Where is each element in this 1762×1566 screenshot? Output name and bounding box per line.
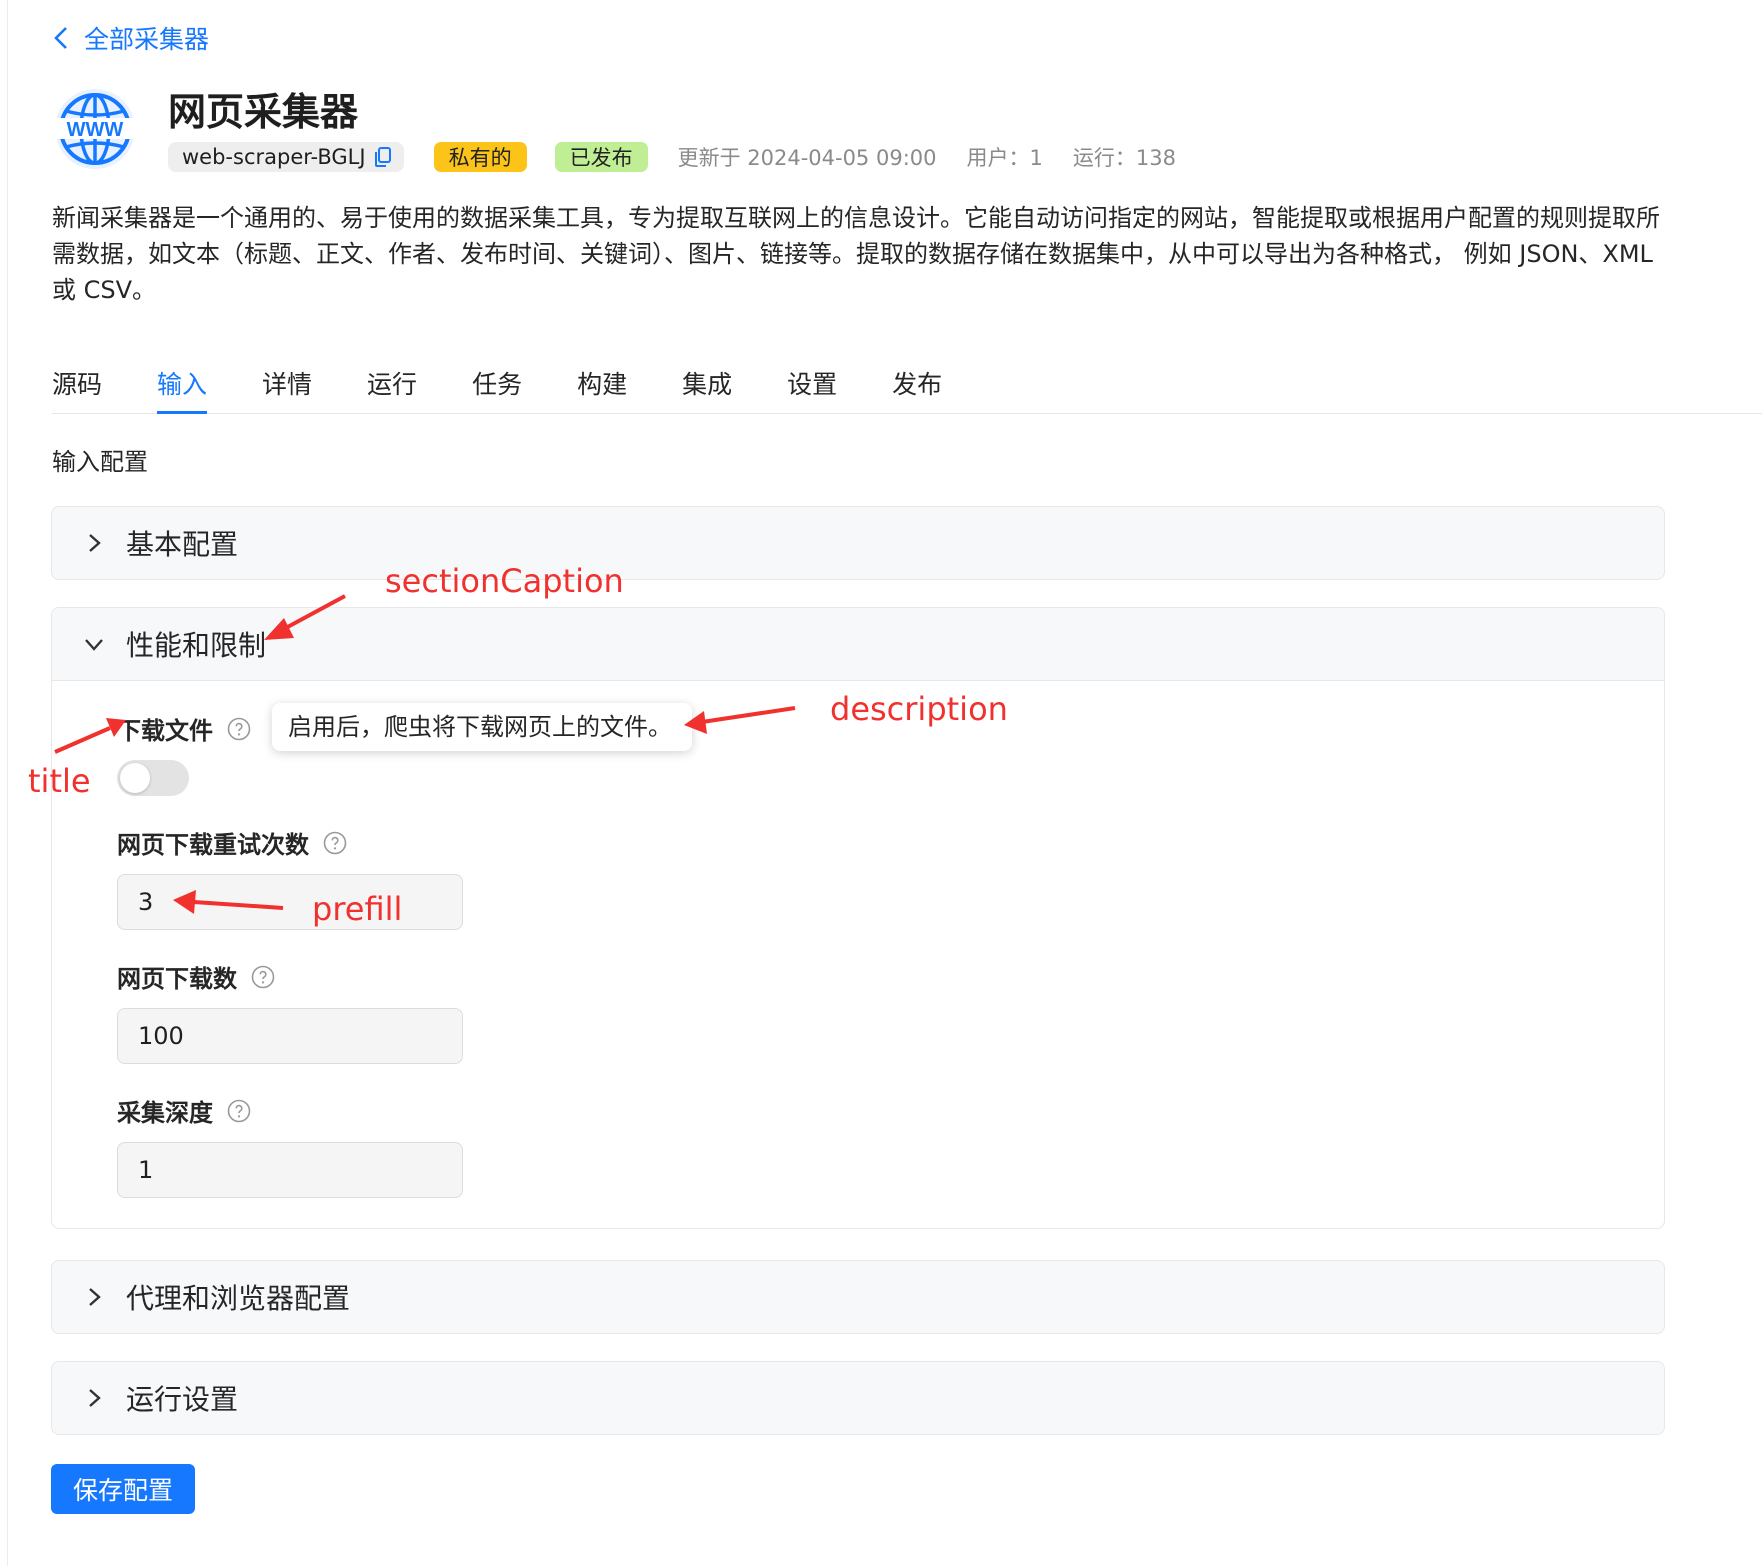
section-header[interactable]: 运行设置 — [52, 1362, 1664, 1434]
field-title: 网页下载重试次数 — [117, 825, 347, 860]
chevron-down-icon — [85, 639, 103, 651]
download-files-toggle[interactable] — [117, 760, 189, 796]
field-title: 下载文件 — [117, 711, 251, 746]
depth-title: 采集深度 — [117, 1099, 213, 1127]
tab-tasks[interactable]: 任务 — [472, 365, 522, 413]
svg-text:WWW: WWW — [67, 119, 124, 141]
copy-icon[interactable] — [374, 146, 392, 168]
section-body: 下载文件 启用后，爬虫将下载网页上的文件。 网页下载重试次数 3 网页下载数 1… — [52, 680, 1664, 1228]
tab-builds[interactable]: 构建 — [577, 365, 627, 413]
run-count: 运行：138 — [1072, 146, 1176, 170]
back-link[interactable]: 全部采集器 — [52, 18, 209, 58]
page-count-input[interactable]: 100 — [117, 1008, 463, 1064]
retry-count-title: 网页下载重试次数 — [117, 831, 309, 859]
description-tooltip: 启用后，爬虫将下载网页上的文件。 — [272, 703, 692, 751]
section-caption: 性能和限制 — [126, 629, 267, 662]
section-caption: 基本配置 — [126, 528, 239, 561]
tab-input[interactable]: 输入 — [157, 365, 208, 414]
field-title: 网页下载数 — [117, 959, 275, 994]
tab-settings[interactable]: 设置 — [787, 365, 837, 413]
annotation-section-caption: sectionCaption — [385, 562, 624, 600]
chevron-right-icon — [89, 534, 101, 552]
user-count: 用户：1 — [966, 146, 1043, 170]
private-badge: 私有的 — [433, 142, 527, 172]
annotation-description: description — [830, 690, 1008, 728]
chevron-right-icon — [89, 1288, 101, 1306]
section-run-settings: 运行设置 — [51, 1361, 1665, 1435]
download-files-title: 下载文件 — [117, 717, 213, 745]
tab-integrations[interactable]: 集成 — [682, 365, 732, 413]
section-caption: 代理和浏览器配置 — [126, 1282, 351, 1315]
help-circle-icon[interactable] — [227, 717, 251, 741]
tab-runs[interactable]: 运行 — [367, 365, 417, 413]
tab-details[interactable]: 详情 — [262, 365, 312, 413]
help-circle-icon[interactable] — [227, 1099, 251, 1123]
page-count-title: 网页下载数 — [117, 965, 237, 993]
page-divider — [7, 0, 8, 1566]
chevron-left-icon — [54, 27, 67, 49]
tab-publish[interactable]: 发布 — [892, 365, 942, 413]
id-chip[interactable]: web-scraper-BGLJ — [168, 142, 404, 172]
save-config-button[interactable]: 保存配置 — [51, 1464, 195, 1514]
published-badge: 已发布 — [554, 142, 648, 172]
help-circle-icon[interactable] — [323, 831, 347, 855]
back-link-label: 全部采集器 — [84, 25, 210, 54]
input-config-heading: 输入配置 — [52, 448, 148, 476]
id-chip-label: web-scraper-BGLJ — [182, 145, 366, 169]
updated-time: 更新于 2024-04-05 09:00 — [677, 146, 937, 170]
meta-row: web-scraper-BGLJ 私有的 已发布 更新于 2024-04-05 … — [168, 140, 1176, 174]
tab-source[interactable]: 源码 — [52, 365, 102, 413]
section-proxy-browser: 代理和浏览器配置 — [51, 1260, 1665, 1334]
help-circle-icon[interactable] — [251, 965, 275, 989]
globe-www-icon: WWW — [55, 89, 135, 169]
depth-input[interactable]: 1 — [117, 1142, 463, 1198]
section-caption: 运行设置 — [126, 1383, 239, 1416]
retry-count-input[interactable]: 3 — [117, 874, 463, 930]
field-title: 采集深度 — [117, 1093, 251, 1128]
tab-bar: 源码 输入 详情 运行 任务 构建 集成 设置 发布 — [52, 365, 1762, 414]
page-title: 网页采集器 — [168, 90, 359, 134]
section-header[interactable]: 代理和浏览器配置 — [52, 1261, 1664, 1333]
annotation-prefill: prefill — [312, 890, 403, 928]
section-header[interactable]: 基本配置 — [52, 507, 1664, 579]
chevron-right-icon — [89, 1389, 101, 1407]
toggle-knob — [120, 763, 150, 793]
scraper-description: 新闻采集器是一个通用的、易于使用的数据采集工具，专为提取互联网上的信息设计。它能… — [52, 204, 1660, 304]
section-basic: 基本配置 — [51, 506, 1665, 580]
annotation-title: title — [28, 762, 91, 800]
section-header[interactable]: 性能和限制 — [52, 608, 1664, 680]
